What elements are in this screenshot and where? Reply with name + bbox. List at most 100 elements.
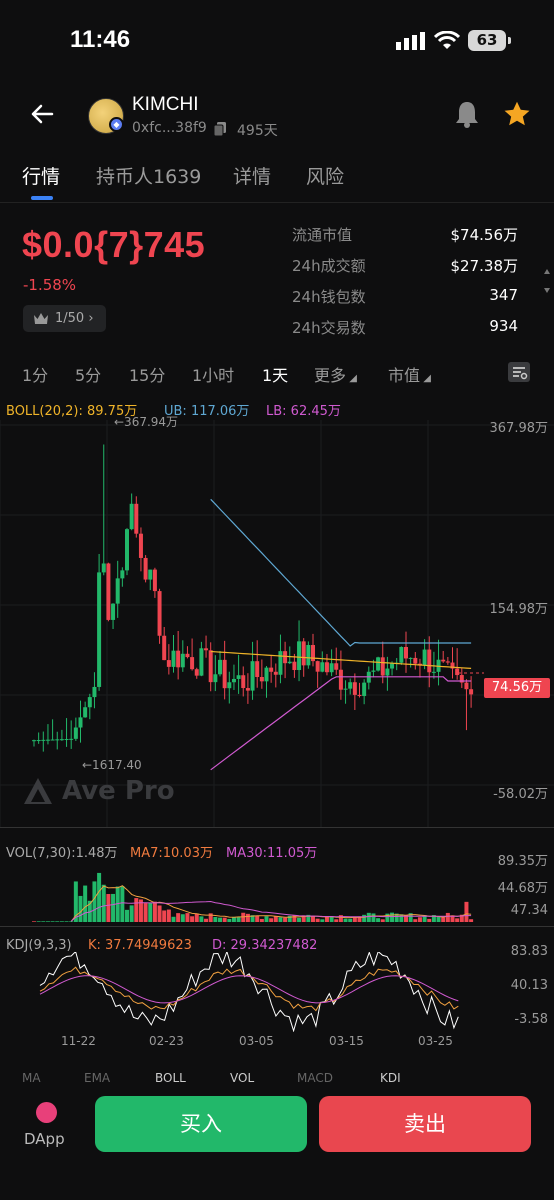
copy-icon[interactable]: [214, 122, 226, 136]
dapp-label[interactable]: DApp: [24, 1130, 65, 1148]
candle: [352, 682, 357, 695]
volume-bar: [64, 921, 69, 922]
volume-bar: [469, 919, 474, 922]
volume-bar: [436, 916, 441, 922]
candle: [250, 661, 255, 691]
scroll-handle[interactable]: [543, 268, 551, 294]
token-address[interactable]: 0xfc...38f9: [132, 120, 207, 136]
volume-bar: [166, 909, 171, 922]
favorite-star-icon[interactable]: [503, 100, 531, 128]
volume-bar: [334, 919, 339, 922]
current-price-tag: 74.56万: [484, 678, 550, 698]
timeframe-more[interactable]: 更多 ◢: [314, 362, 357, 386]
candle: [45, 739, 50, 741]
tab-market[interactable]: 行情: [22, 162, 60, 189]
stat-value: $27.38万: [450, 257, 519, 275]
divider: [0, 202, 554, 203]
candle: [348, 682, 353, 689]
candle: [464, 682, 469, 690]
stat-label: 24h钱包数: [292, 288, 366, 306]
candle: [455, 668, 460, 676]
volume-bar: [245, 913, 250, 922]
volume-bar: [83, 885, 88, 922]
ave-logo-icon: [24, 778, 52, 804]
candle: [376, 657, 381, 671]
bell-icon[interactable]: [454, 100, 480, 128]
tab-details[interactable]: 详情: [233, 162, 271, 189]
candle: [190, 657, 195, 670]
volume-chart[interactable]: [0, 858, 554, 926]
volume-bar: [171, 916, 176, 922]
timeframe-1h[interactable]: 1小时: [192, 362, 234, 386]
candle: [245, 688, 250, 691]
volume-bar: [427, 918, 432, 922]
volume-bar: [362, 914, 367, 922]
volume-bar: [129, 905, 134, 922]
rank-badge[interactable]: 1/50 ›: [23, 305, 106, 332]
boll-upper-line: [210, 498, 472, 647]
volume-bar: [441, 917, 446, 922]
volume-bar: [78, 895, 83, 922]
volume-bar: [134, 898, 139, 922]
wifi-icon: [434, 31, 460, 49]
kdj-d-label: D: 29.34237482: [212, 938, 318, 953]
candle: [36, 740, 41, 742]
volume-bar: [376, 918, 381, 922]
candle: [148, 569, 153, 580]
volume-bar: [283, 917, 288, 922]
back-arrow-icon[interactable]: [30, 103, 54, 125]
volume-bar: [278, 917, 283, 922]
candle: [73, 727, 78, 739]
date-tick: 03-15: [329, 1034, 364, 1048]
volume-bar: [413, 919, 418, 922]
volume-bar: [311, 916, 315, 922]
caret-down-icon: ◢: [420, 373, 431, 384]
display-mode-select[interactable]: 市值 ◢: [388, 362, 431, 386]
sell-button[interactable]: 卖出: [319, 1096, 531, 1152]
candle: [87, 697, 92, 708]
date-tick: 03-25: [418, 1034, 453, 1048]
volume-bar: [273, 916, 278, 922]
tab-risk[interactable]: 风险: [306, 162, 344, 189]
watermark: Ave Pro: [62, 776, 175, 806]
volume-bar: [55, 921, 60, 922]
volume-bar: [125, 909, 129, 922]
candle: [208, 650, 213, 683]
volume-bar: [259, 918, 264, 922]
candle: [469, 689, 474, 695]
volume-bar: [204, 918, 209, 922]
candle: [259, 677, 264, 682]
buy-button[interactable]: 买入: [95, 1096, 307, 1152]
volume-bar: [218, 917, 222, 922]
candle: [218, 659, 222, 675]
timeframe-15m[interactable]: 15分: [129, 362, 165, 386]
price-axis-label: 154.98万: [489, 602, 549, 617]
candle: [125, 529, 129, 571]
divider: [0, 827, 554, 828]
volume-bar: [101, 884, 106, 922]
kdj-axis-label: -3.58: [514, 1012, 548, 1027]
vol-axis-label: 47.34: [510, 903, 548, 918]
timeframe-1d[interactable]: 1天: [262, 362, 288, 386]
candle: [283, 651, 288, 664]
chart-settings-icon[interactable]: [507, 361, 531, 383]
timeframe-5m[interactable]: 5分: [75, 362, 101, 386]
volume-bar: [176, 913, 181, 922]
timeframe-more-label: 更多: [314, 366, 347, 385]
tab-holders[interactable]: 持币人1639: [96, 162, 201, 189]
volume-bar: [148, 903, 153, 922]
candle: [315, 661, 320, 672]
volume-bar: [269, 918, 274, 922]
dapp-icon[interactable]: [36, 1102, 57, 1123]
candle: [422, 649, 427, 666]
candle: [152, 569, 157, 592]
timeframe-1m[interactable]: 1分: [22, 362, 48, 386]
candle: [185, 653, 190, 658]
date-tick: 03-05: [239, 1034, 274, 1048]
token-age: 495天: [237, 123, 278, 139]
candle: [204, 648, 209, 651]
candle: [101, 563, 106, 573]
kdj-axis-label: 40.13: [510, 978, 548, 993]
kdj-chart[interactable]: [0, 952, 554, 1032]
volume-bar: [213, 917, 218, 922]
